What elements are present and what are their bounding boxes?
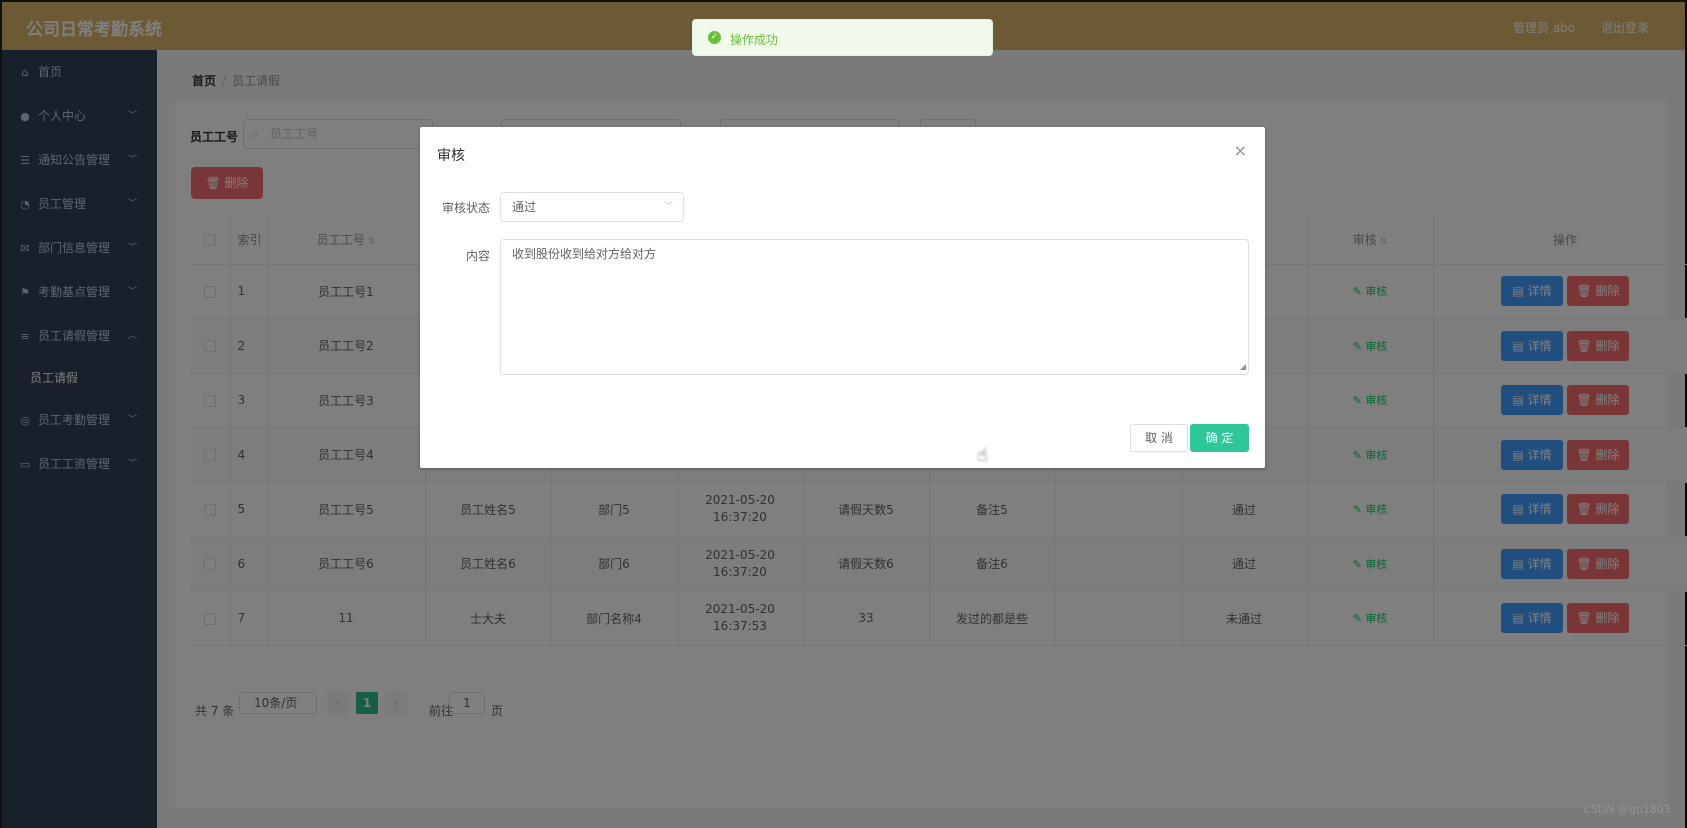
close-icon[interactable]: ×: [1234, 141, 1247, 160]
status-select[interactable]: 通过 ﹀: [500, 192, 684, 222]
check-circle-icon: ✓: [708, 31, 721, 44]
success-toast: ✓ 操作成功: [692, 19, 993, 56]
content-text: 收到股份收到给对方给对方: [512, 247, 657, 261]
toast-message: 操作成功: [730, 33, 779, 47]
hand-cursor-icon: ☝: [977, 445, 988, 466]
content-label: 内容: [465, 249, 490, 263]
content-textarea[interactable]: 收到股份收到给对方给对方 ◢: [500, 239, 1249, 375]
resize-handle-icon[interactable]: ◢: [1240, 361, 1246, 373]
app-window: 公司日常考勤系统 管理员 abo 退出登录 ⌂首页 ●个人中心 ﹀ ☰通知公告管…: [0, 0, 1687, 828]
audit-dialog: 审核 × 审核状态 通过 ﹀ 内容 收到股份收到给对方给对方 ◢ 取 消 确 定: [420, 127, 1265, 468]
confirm-button[interactable]: 确 定: [1190, 424, 1249, 452]
chevron-down-icon: ﹀: [663, 202, 673, 212]
status-selected-value: 通过: [512, 200, 537, 214]
cancel-button[interactable]: 取 消: [1130, 424, 1188, 452]
status-label: 审核状态: [441, 201, 490, 215]
dialog-title: 审核: [437, 148, 465, 164]
watermark: CSDN @gp1803: [1583, 803, 1671, 816]
